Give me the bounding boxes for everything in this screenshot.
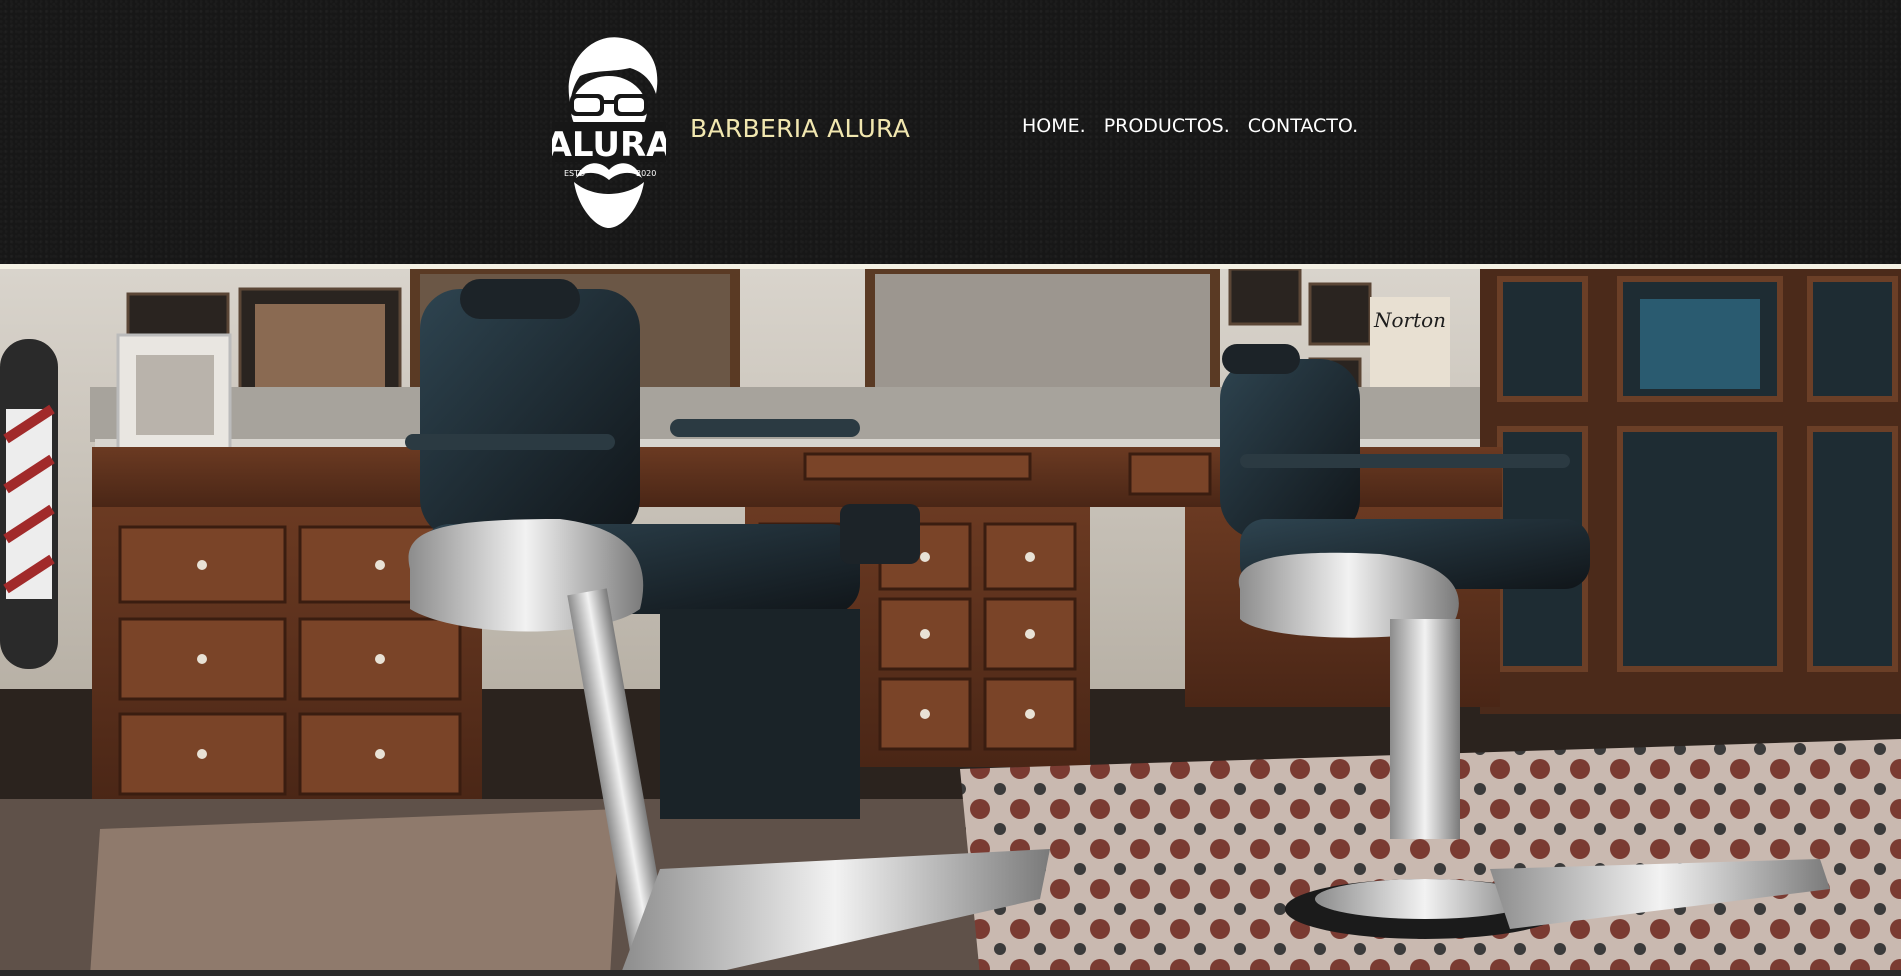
logo-est-right: 2020 — [636, 169, 656, 178]
barbershop-interior-photo: Norton — [0, 269, 1901, 976]
logo-text: ALURA — [552, 125, 666, 165]
nav-home[interactable]: HOME. — [1022, 115, 1086, 137]
main-nav: HOME. PRODUCTOS. CONTACTO. — [1022, 115, 1358, 137]
poster-text: Norton — [1373, 308, 1446, 332]
alura-logo[interactable]: ALURA ESTD 2020 — [552, 32, 666, 230]
nav-contacto[interactable]: CONTACTO. — [1248, 115, 1358, 137]
bottom-bar — [0, 970, 1901, 976]
site-header: ALURA ESTD 2020 BARBERIA ALURA HOME. PRO… — [0, 0, 1901, 264]
nav-productos[interactable]: PRODUCTOS. — [1104, 115, 1230, 137]
logo-est-left: ESTD — [564, 169, 585, 178]
brand-name[interactable]: BARBERIA ALURA — [690, 114, 910, 143]
hero-image: Norton — [0, 269, 1901, 976]
